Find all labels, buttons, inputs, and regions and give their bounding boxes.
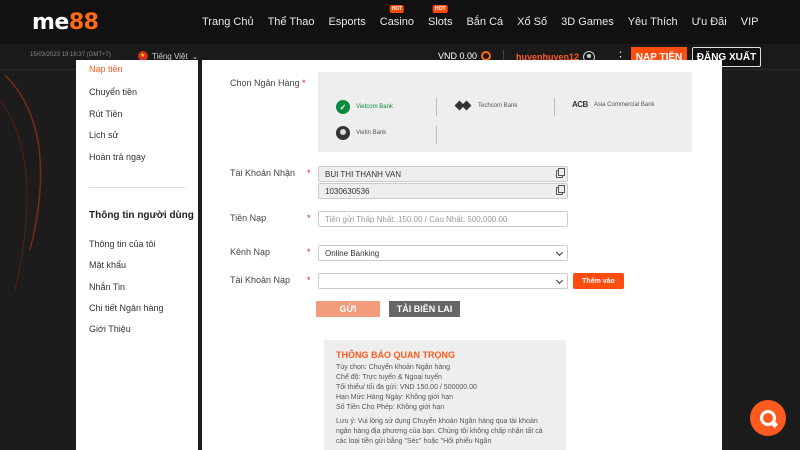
bank-name: Techcom Bank [478,103,518,109]
amount-placeholder: Tiền gửi Thấp Nhất: 150.00 / Cao Nhất: 5… [325,214,508,224]
bank-option-acb[interactable]: ACB Asia Commercial Bank [572,100,655,109]
upload-receipt-button[interactable]: TẢI BIÊN LAI [389,301,460,317]
receive-name-value: BUI THI THANH VAN [325,169,402,179]
chat-icon [760,410,776,426]
channel-value: Online Banking [325,248,380,258]
receive-account-label: Tài Khoản Nhận [230,168,296,178]
account-sidebar: Nạp tiền Chuyển tiền Rút Tiền Lịch sử Ho… [76,60,198,450]
logo-accent: 88 [68,10,99,35]
bank-option-techcombank[interactable]: Techcom Bank [456,100,517,112]
notice-line: Hạn Mức Hàng Ngày: Không giới hạn [336,394,454,401]
sidebar-item-referral[interactable]: Giới Thiệu [89,324,131,334]
chevron-down-icon [555,276,564,285]
required-mark: * [307,213,311,223]
bank-option-vietcombank[interactable]: ✓ Vietcom Bank [336,100,393,114]
notice-title: THÔNG BÁO QUAN TRỌNG [336,350,455,360]
techcombank-logo-icon [456,100,472,112]
add-account-button[interactable]: Thêm vào [573,273,624,289]
hot-badge: HOT [432,5,448,13]
notice-line: Tối thiểu/ tối đa gửi: VND 150.00 / 5000… [336,384,477,391]
hot-badge: HOT [389,5,405,13]
nav-item-fishing[interactable]: Bắn Cá [466,16,503,28]
sidebar-item-my-info[interactable]: Thông tin của tôi [89,239,156,249]
nav-item-home[interactable]: Trang Chủ [202,16,254,28]
bank-name: Asia Commercial Bank [593,101,655,108]
main-menu: Trang Chủ Thể Thao Esports HOT Casino HOT… [202,0,772,44]
bank-selector: ✓ Vietcom Bank Techcom Bank ACB Asia Comme… [318,72,692,152]
sidebar-item-withdraw[interactable]: Rút Tiền [89,109,123,119]
channel-label: Kênh Nạp [230,247,271,257]
sidebar-item-messages[interactable]: Nhắn Tin [89,282,125,292]
notice-line: Số Tiền Cho Phép: Không giới hạn [336,404,445,411]
amount-input[interactable]: Tiền gửi Thấp Nhất: 150.00 / Cao Nhất: 5… [318,211,568,227]
nav-item-esports[interactable]: Esports [328,16,365,28]
submit-button[interactable]: GỬI [316,301,380,317]
bank-divider [436,98,437,116]
required-mark: * [307,275,311,285]
required-mark: * [307,247,311,257]
top-nav: me88 Trang Chủ Thể Thao Esports HOT Casin… [0,0,800,44]
nav-item-slots-label: Slots [428,16,453,28]
chevron-down-icon [555,248,564,257]
bank-name: Vietin Bank [356,130,387,136]
notice-line: Chế độ: Trực tuyến & Ngoại tuyến [336,374,442,381]
datetime: 15/03/2023 19:16:37 (GMT+7) [30,52,111,58]
notice-line: Tùy chọn: Chuyển khoản Ngân hàng [336,364,451,371]
deposit-account-select[interactable] [318,273,568,289]
sidebar-item-deposit[interactable]: Nạp tiền [89,64,123,74]
vietcombank-logo-icon: ✓ [336,100,350,114]
channel-select[interactable]: Online Banking [318,245,568,261]
live-chat-button[interactable] [750,400,786,436]
receive-number-field[interactable]: 1030630536 [318,183,568,199]
deposit-account-label: Tài Khoản Nạp [230,275,291,285]
sidebar-heading-user-info: Thông tin người dùng [89,210,194,221]
important-notice: THÔNG BÁO QUAN TRỌNG Tùy chọn: Chuyển kh… [324,340,566,450]
sidebar-item-password[interactable]: Mật khẩu [89,260,126,270]
bank-divider [554,98,555,116]
sidebar-item-rebate[interactable]: Hoàn trả ngay [89,152,146,162]
nav-item-favorites[interactable]: Yêu Thích [628,16,678,28]
required-mark: * [307,168,311,178]
acb-logo-icon: ACB [572,100,588,109]
receive-name-field[interactable]: BUI THI THANH VAN [318,166,568,182]
notice-note: Lưu ý: Vui lòng sử dụng Chuyển khoản Ngâ… [336,418,543,445]
nav-item-3d-games[interactable]: 3D Games [561,16,614,28]
copy-icon[interactable] [556,168,565,178]
bank-option-vietinbank[interactable]: Vietin Bank [336,126,386,140]
nav-item-lottery[interactable]: Xổ Số [517,16,547,28]
required-mark: * [302,78,306,88]
nav-item-slots[interactable]: HOT Slots [428,5,453,28]
receive-number-value: 1030630536 [325,186,370,196]
copy-icon[interactable] [556,185,565,195]
nav-item-vip[interactable]: VIP [741,16,759,28]
sidebar-divider [89,187,185,188]
amount-label: Tiền Nạp [230,213,267,223]
nav-item-casino[interactable]: HOT Casino [379,5,414,28]
vietinbank-logo-icon [336,126,350,140]
logo-text: me [32,10,69,35]
nav-item-casino-label: Casino [379,16,414,28]
bank-label: Chọn Ngân Hàng * [230,78,306,88]
right-gutter [722,70,800,450]
bank-name: Vietcom Bank [356,104,393,110]
brand-logo[interactable]: me88 [32,10,99,35]
nav-item-sports[interactable]: Thể Thao [268,16,315,28]
background-decoration [0,74,42,291]
sidebar-item-transfer[interactable]: Chuyển tiền [89,87,137,97]
bank-divider [436,126,437,144]
nav-item-promotions[interactable]: Ưu Đãi [692,16,727,28]
sidebar-item-history[interactable]: Lịch sử [89,130,119,140]
deposit-form: Chọn Ngân Hàng * ✓ Vietcom Bank Techcom B… [202,60,722,450]
sidebar-item-bank-details[interactable]: Chi tiết Ngân hàng [89,303,164,313]
bank-label-text: Chọn Ngân Hàng [230,78,300,88]
